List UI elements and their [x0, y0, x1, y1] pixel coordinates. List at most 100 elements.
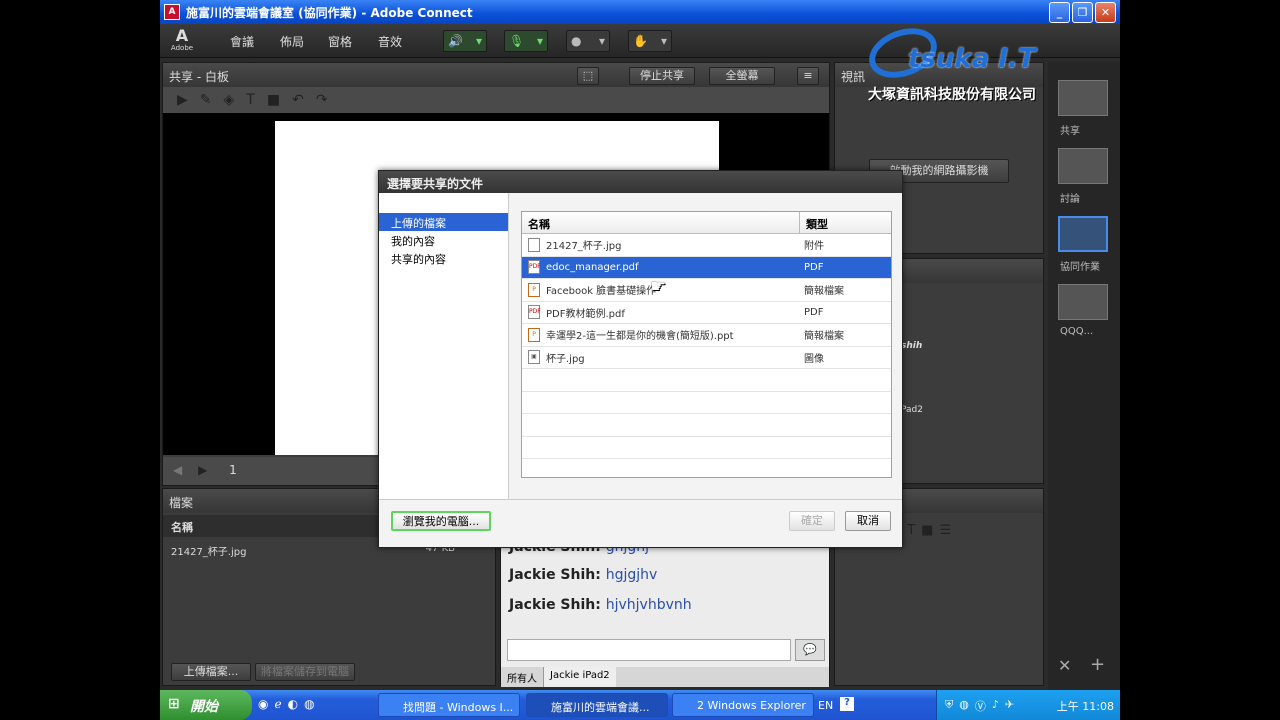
select-tool-icon[interactable]: ▶: [177, 92, 188, 108]
close-button[interactable]: ✕: [1095, 2, 1116, 23]
save-to-computer-button[interactable]: 將檔案儲存到電腦: [255, 663, 355, 681]
eraser-tool-icon[interactable]: ◈: [224, 92, 235, 108]
language-indicator[interactable]: EN: [818, 699, 833, 712]
add-layout-icon[interactable]: +: [1090, 654, 1105, 675]
image-icon: ▣: [528, 350, 540, 365]
taskbar-item-ie[interactable]: 找問題 - Windows I...: [378, 693, 520, 717]
file-table: 名稱 類型 21427_杯子.jpg 附件 PDF edoc_manager.pd…: [521, 211, 892, 478]
delete-layout-icon[interactable]: ✕: [1058, 656, 1071, 675]
prev-page-icon[interactable]: ◀: [173, 463, 182, 477]
cancel-button[interactable]: 取消: [845, 511, 891, 531]
pod-menu-icon[interactable]: ≡: [797, 67, 819, 85]
system-tray: ⛨ ◍ Ⓥ ♪ ✈ 上午 11:08: [936, 690, 1120, 720]
fullscreen-button[interactable]: 全螢幕: [709, 67, 775, 85]
empty-row: [522, 392, 891, 414]
browse-computer-button[interactable]: 瀏覽我的電腦...: [391, 511, 491, 531]
layout-discussion-thumb[interactable]: [1058, 148, 1108, 184]
upload-file-button[interactable]: 上傳檔案...: [171, 663, 251, 681]
dialog-sidebar: 上傳的檔案 我的內容 共享的內容: [379, 193, 509, 499]
file-row[interactable]: ▣ 杯子.jpg 圖像: [522, 347, 891, 369]
tab-jackie-ipad2[interactable]: Jackie iPad2: [544, 667, 616, 687]
text-tool-icon[interactable]: T: [246, 92, 255, 108]
text-format-icon[interactable]: T: [907, 523, 915, 543]
attendee-item[interactable]: Pad2: [901, 405, 923, 415]
flight-icon[interactable]: ✈: [1005, 698, 1014, 714]
stop-share-button[interactable]: 停止共享: [629, 67, 695, 85]
attendee-item[interactable]: shih: [901, 341, 922, 351]
redo-icon[interactable]: ↷: [316, 92, 328, 108]
network-icon[interactable]: ◍: [959, 698, 969, 714]
list-icon[interactable]: ☰: [939, 523, 951, 543]
video-pod-title: 視訊: [841, 70, 866, 84]
media-icon[interactable]: ◐: [288, 697, 298, 711]
ppt-icon: P: [528, 327, 540, 342]
ie-icon[interactable]: ℯ: [274, 697, 281, 711]
chevron-down-icon: ▾: [598, 34, 605, 48]
menu-pods[interactable]: 窗格: [328, 33, 352, 50]
hand-cursor-icon: ☛: [650, 276, 667, 297]
help-icon[interactable]: ?: [840, 697, 854, 711]
shape-tool-icon[interactable]: ■: [267, 92, 280, 108]
chevron-down-icon: ▾: [475, 34, 482, 48]
webcam-button[interactable]: ● ▾: [566, 30, 610, 52]
shield-icon[interactable]: ⛨: [945, 698, 953, 714]
menu-meeting[interactable]: 會議: [230, 33, 254, 50]
column-header-name[interactable]: 名稱: [522, 212, 800, 233]
speaker-icon: 🔊: [448, 34, 463, 48]
volume-icon[interactable]: ♪: [992, 698, 999, 714]
sidebar-item-shared-content[interactable]: 共享的內容: [379, 249, 508, 267]
column-header-type[interactable]: 類型: [800, 212, 834, 233]
pdf-icon: PDF: [528, 260, 541, 275]
hand-icon: ✋: [633, 34, 648, 48]
window-titlebar: A 施富川的雲端會議室 (協同作業) - Adobe Connect _ ❐ ✕: [160, 0, 1120, 24]
maximize-button[interactable]: ❐: [1072, 2, 1093, 23]
file-row[interactable]: PDF PDF教材範例.pdf PDF: [522, 302, 891, 324]
layout-collab-thumb[interactable]: [1058, 216, 1108, 252]
sidebar-item-uploaded[interactable]: 上傳的檔案: [379, 213, 508, 231]
screen: A 施富川的雲端會議室 (協同作業) - Adobe Connect _ ❐ ✕…: [160, 0, 1120, 720]
chevron-down-icon: ▾: [536, 34, 543, 48]
desktop-icon[interactable]: ◉: [258, 697, 268, 711]
send-message-icon[interactable]: 💬: [795, 639, 825, 661]
window-title: 施富川的雲端會議室 (協同作業) - Adobe Connect: [186, 5, 473, 20]
microphone-button[interactable]: 🎙 ▾: [504, 30, 548, 52]
empty-row: [522, 369, 891, 392]
ok-button[interactable]: 確定: [789, 511, 835, 531]
pencil-tool-icon[interactable]: ✎: [200, 92, 212, 108]
file-type: 簡報檔案: [804, 286, 844, 298]
layout-qqq-thumb[interactable]: [1058, 284, 1108, 320]
undo-icon[interactable]: ↶: [292, 92, 304, 108]
empty-row: [522, 437, 891, 459]
raise-hand-button[interactable]: ✋ ▾: [628, 30, 672, 52]
antivirus-icon[interactable]: Ⓥ: [975, 698, 986, 714]
taskbar-item-explorer[interactable]: 2 Windows Explorer: [672, 693, 814, 717]
speaker-button[interactable]: 🔊 ▾: [443, 30, 487, 52]
minimize-button[interactable]: _: [1049, 2, 1070, 23]
sidebar-item-my-content[interactable]: 我的內容: [379, 231, 508, 249]
chevron-down-icon: ▾: [660, 34, 667, 48]
color-picker-icon[interactable]: ■: [921, 523, 933, 543]
quick-launch: ◉ ℯ ◐ ◍: [258, 697, 315, 711]
chat-tabs: 所有人 Jackie iPad2: [501, 667, 829, 687]
tab-everyone[interactable]: 所有人: [501, 667, 544, 687]
sync-icon[interactable]: ⬚: [577, 67, 599, 85]
file-row[interactable]: 21427_杯子.jpg 附件: [522, 234, 891, 257]
menu-layouts[interactable]: 佈局: [280, 33, 304, 50]
file-name: 21427_杯子.jpg: [171, 547, 247, 558]
next-page-icon[interactable]: ▶: [198, 463, 207, 477]
file-row[interactable]: P 幸運學2-這一生都是你的機會(簡短版).ppt 簡報檔案: [522, 324, 891, 347]
logo-brand: tsuka I.T: [908, 44, 1036, 74]
file-type: PDF: [804, 261, 824, 273]
chat-input[interactable]: [507, 639, 791, 661]
menu-audio[interactable]: 音效: [378, 33, 402, 50]
adobe-connect-icon: A: [164, 4, 180, 20]
windows-taskbar: ⊞ 開始 ◉ ℯ ◐ ◍ 找問題 - Windows I... 施富川的雲端會議…: [160, 690, 1120, 720]
adobe-logo: A Adobe: [170, 26, 194, 53]
file-row[interactable]: P Facebook 臉書基礎操作 簡報檔案: [522, 279, 891, 302]
dialog-title: 選擇要共享的文件: [379, 171, 902, 193]
app-icon[interactable]: ◍: [304, 697, 314, 711]
format-toolbar: 𝑇 T ■ ☰: [893, 523, 1033, 543]
taskbar-item-connect[interactable]: 施富川的雲端會議...: [526, 693, 668, 717]
start-button[interactable]: ⊞ 開始: [160, 690, 252, 720]
file-row[interactable]: PDF edoc_manager.pdf PDF: [522, 256, 891, 279]
